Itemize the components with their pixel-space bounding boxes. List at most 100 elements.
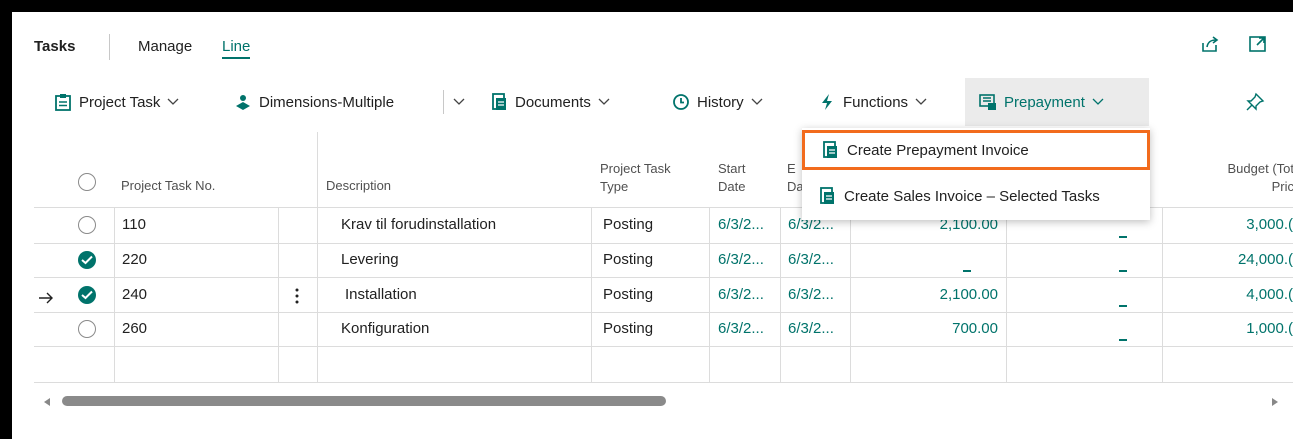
history-menu-button[interactable]: History: [672, 78, 763, 126]
history-icon: [673, 94, 689, 110]
scroll-right-arrow-icon[interactable]: [1272, 398, 1278, 406]
column-divider: [278, 208, 279, 382]
expand-icon[interactable]: [1248, 34, 1268, 54]
documents-menu-button[interactable]: Documents: [490, 78, 610, 126]
clipboard-icon: [55, 94, 71, 111]
row-divider: [34, 243, 1293, 244]
history-label: History: [697, 93, 744, 111]
action-bar: Project Task Dimensions-Multiple Documen…: [12, 78, 1293, 126]
row-select-radio[interactable]: [78, 216, 96, 234]
row-divider: [34, 346, 1293, 347]
budget-cell[interactable]: 1,000.(: [1174, 320, 1293, 337]
empty-value-dash: [1119, 270, 1127, 272]
amount-cell[interactable]: 2,100.00: [854, 286, 998, 303]
type-cell: Posting: [603, 286, 654, 303]
scrollbar-thumb[interactable]: [62, 396, 666, 406]
description-cell: Konfiguration: [341, 320, 430, 337]
type-cell: Posting: [603, 320, 654, 337]
description-cell: Krav til forudinstallation: [341, 216, 497, 233]
column-divider: [317, 132, 318, 382]
start-date-cell[interactable]: 6/3/2...: [718, 320, 764, 337]
chevron-down-icon: [915, 98, 927, 105]
functions-label: Functions: [843, 93, 909, 111]
empty-value-dash: [1119, 236, 1127, 238]
row-selected-check-icon[interactable]: [78, 286, 96, 304]
end-date-cell[interactable]: 6/3/2...: [788, 251, 834, 268]
column-header-start-line2: Date: [718, 179, 746, 194]
row-select-radio[interactable]: [78, 320, 96, 338]
chevron-down-icon[interactable]: [453, 98, 465, 106]
column-header-budget-line2: Pric: [1271, 179, 1293, 194]
column-header-type-line2: Type: [600, 179, 629, 194]
amount-cell[interactable]: 700.00: [854, 320, 998, 337]
menu-item-label: Create Prepayment Invoice: [847, 141, 1029, 159]
column-header-task-no[interactable]: Project Task No.: [121, 177, 215, 195]
prepayment-menu-button[interactable]: Prepayment: [965, 78, 1149, 126]
budget-cell[interactable]: 24,000.(: [1174, 251, 1293, 268]
invoice-icon: [823, 141, 837, 158]
start-date-cell[interactable]: 6/3/2...: [718, 286, 764, 303]
column-divider: [850, 208, 851, 382]
column-header-budget-line1: Budget (Tot: [1227, 161, 1293, 176]
horizontal-scrollbar[interactable]: [34, 396, 1284, 408]
column-header-description[interactable]: Description: [326, 177, 391, 195]
select-all-radio[interactable]: [78, 173, 96, 191]
project-tasks-part: Tasks Manage Line Project Task Dimension…: [12, 12, 1293, 439]
start-date-cell[interactable]: 6/3/2...: [718, 251, 764, 268]
budget-cell[interactable]: 4,000.(: [1174, 286, 1293, 303]
tab-tasks[interactable]: Tasks: [34, 38, 75, 55]
description-cell: Levering: [341, 251, 399, 268]
empty-value-dash: [963, 270, 971, 272]
empty-value-dash: [1119, 305, 1127, 307]
chevron-down-icon: [167, 98, 179, 105]
part-tab-bar: Tasks Manage Line: [12, 12, 1293, 68]
type-cell: Posting: [603, 251, 654, 268]
type-cell: Posting: [603, 216, 654, 233]
chevron-down-icon: [1092, 98, 1104, 105]
split-button-divider: [443, 90, 444, 114]
tab-manage[interactable]: Manage: [138, 38, 192, 55]
chevron-down-icon: [598, 98, 610, 105]
project-task-menu-button[interactable]: Project Task: [54, 78, 179, 126]
lightning-icon: [822, 94, 832, 110]
column-divider: [1006, 208, 1007, 382]
column-header-start-date[interactable]: Start Date: [718, 160, 745, 196]
column-header-type[interactable]: Project Task Type: [600, 160, 671, 196]
tab-line[interactable]: Line: [222, 38, 251, 59]
pin-icon[interactable]: [1245, 92, 1265, 112]
prepayment-dropdown-menu: Create Prepayment Invoice Create Sales I…: [802, 128, 1150, 220]
menu-item-label: Create Sales Invoice – Selected Tasks: [844, 187, 1100, 205]
task-no-cell: 110: [122, 216, 146, 233]
scroll-left-arrow-icon[interactable]: [44, 398, 50, 406]
end-date-cell[interactable]: 6/3/2...: [788, 286, 834, 303]
current-row-arrow-icon: [39, 292, 53, 304]
functions-menu-button[interactable]: Functions: [818, 78, 927, 126]
column-divider: [780, 208, 781, 382]
budget-cell[interactable]: 3,000.(: [1174, 216, 1293, 233]
menu-item-create-prepayment-invoice[interactable]: Create Prepayment Invoice: [802, 130, 1150, 170]
row-selected-check-icon[interactable]: [78, 251, 96, 269]
task-no-cell: 260: [122, 320, 148, 337]
column-header-start-line1: Start: [718, 161, 746, 176]
start-date-cell[interactable]: 6/3/2...: [718, 216, 764, 233]
share-icon[interactable]: [1200, 34, 1220, 54]
column-divider: [114, 208, 115, 382]
chevron-down-icon: [751, 98, 763, 105]
end-date-cell[interactable]: 6/3/2...: [788, 320, 834, 337]
tab-divider: [109, 34, 110, 60]
dimensions-multiple-button[interactable]: Dimensions-Multiple: [234, 78, 394, 126]
dimensions-icon: [236, 95, 250, 110]
dimensions-multiple-label: Dimensions-Multiple: [259, 93, 395, 111]
column-header-budget[interactable]: Budget (Tot Pric: [1194, 160, 1293, 196]
documents-label: Documents: [515, 93, 591, 111]
project-task-label: Project Task: [79, 93, 161, 111]
task-no-cell: 220: [122, 251, 148, 268]
empty-value-dash: [1119, 339, 1127, 341]
menu-item-create-sales-invoice-selected[interactable]: Create Sales Invoice – Selected Tasks: [802, 176, 1150, 216]
row-actions-ellipsis-icon[interactable]: [295, 287, 299, 305]
description-cell: Installation: [345, 286, 417, 303]
task-no-cell: 240: [122, 286, 148, 303]
documents-icon: [492, 93, 506, 110]
row-divider: [34, 277, 1293, 278]
invoice-icon: [820, 187, 834, 204]
